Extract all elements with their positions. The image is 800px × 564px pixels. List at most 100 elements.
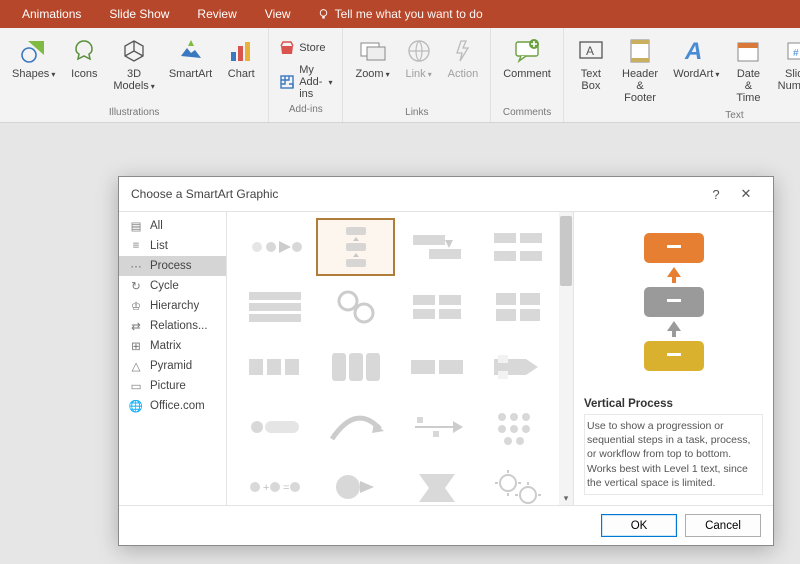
thumb-process-7[interactable] [397, 278, 476, 336]
tab-review[interactable]: Review [183, 0, 250, 28]
thumb-process-3[interactable] [397, 218, 476, 276]
my-addins-button[interactable]: My Add-ins▾ [275, 62, 336, 102]
process-icon: ⋯ [129, 259, 143, 273]
cat-relationship[interactable]: ⇄Relations... [119, 316, 226, 336]
wordart-button[interactable]: A WordArt▾ [668, 32, 724, 108]
tab-animations[interactable]: Animations [8, 0, 95, 28]
link-button[interactable]: Link▾ [398, 32, 440, 105]
comment-icon [513, 38, 541, 64]
group-label-comments: Comments [503, 105, 551, 122]
thumb-process-9[interactable] [235, 338, 314, 396]
store-button[interactable]: Store [275, 38, 336, 58]
ok-button[interactable]: OK [601, 514, 677, 537]
thumb-process-20[interactable] [478, 458, 557, 505]
textbox-button[interactable]: A TextBox [570, 32, 612, 108]
thumb-process-11[interactable] [397, 338, 476, 396]
3d-models-button[interactable]: 3DModels▾ [107, 32, 160, 105]
datetime-button[interactable]: Date &Time [726, 32, 770, 108]
cat-matrix[interactable]: ⊞Matrix [119, 336, 226, 356]
cat-list[interactable]: ≡List [119, 236, 226, 256]
zoom-button[interactable]: Zoom▾ [349, 32, 395, 105]
matrix-icon: ⊞ [129, 339, 143, 353]
action-icon [451, 39, 475, 63]
addins-icon [279, 74, 295, 90]
thumb-process-18[interactable] [316, 458, 395, 505]
cat-process[interactable]: ⋯Process [119, 256, 226, 276]
group-addins: Store My Add-ins▾ Add-ins [269, 28, 343, 122]
headerfooter-icon [628, 38, 652, 64]
cat-pyramid[interactable]: △Pyramid [119, 356, 226, 376]
scroll-down-icon[interactable]: ▾ [559, 491, 573, 505]
cat-all[interactable]: ▤All [119, 216, 226, 236]
group-illustrations: Shapes▾ Icons 3DModels▾ SmartArt Chart I… [0, 28, 269, 122]
thumb-process-16[interactable] [478, 398, 557, 456]
svg-text:A: A [684, 38, 702, 65]
group-links: Zoom▾ Link▾ Action Links [343, 28, 491, 122]
thumb-process-15[interactable] [397, 398, 476, 456]
chart-icon [228, 38, 254, 64]
icons-icon [71, 38, 97, 64]
dialog-help-button[interactable]: ? [701, 182, 731, 206]
list-icon: ≡ [129, 239, 143, 253]
globe-icon: 🌐 [129, 399, 143, 413]
store-label: Store [299, 42, 325, 54]
dialog-title: Choose a SmartArt Graphic [131, 187, 278, 201]
svg-text:A: A [586, 44, 594, 58]
thumb-process-13[interactable] [235, 398, 314, 456]
tell-me-search[interactable]: Tell me what you want to do [305, 7, 483, 21]
comment-button[interactable]: Comment [497, 32, 557, 105]
dialog-titlebar: Choose a SmartArt Graphic ? ✕ [119, 177, 773, 211]
icons-button[interactable]: Icons [63, 32, 105, 105]
smartart-dialog: Choose a SmartArt Graphic ? ✕ ▤All ≡List… [118, 176, 774, 546]
dialog-close-button[interactable]: ✕ [731, 182, 761, 206]
scroll-thumb[interactable] [560, 216, 572, 286]
thumb-process-12[interactable] [478, 338, 557, 396]
smartart-button[interactable]: SmartArt [163, 32, 218, 105]
slidenumber-icon: # [785, 39, 800, 63]
cancel-button[interactable]: Cancel [685, 514, 761, 537]
thumb-process-4[interactable] [478, 218, 557, 276]
cat-cycle[interactable]: ↻Cycle [119, 276, 226, 296]
tab-view[interactable]: View [251, 0, 305, 28]
cat-office[interactable]: 🌐Office.com [119, 396, 226, 416]
category-sidebar: ▤All ≡List ⋯Process ↻Cycle ♔Hierarchy ⇄R… [119, 212, 227, 505]
smartart-icon [177, 38, 205, 64]
group-label-links: Links [405, 105, 428, 122]
cat-picture[interactable]: ▭Picture [119, 376, 226, 396]
cube-icon [121, 38, 147, 64]
thumb-process-14[interactable] [316, 398, 395, 456]
thumb-process-5[interactable] [235, 278, 314, 336]
tab-slideshow[interactable]: Slide Show [95, 0, 183, 28]
thumb-process-6[interactable] [316, 278, 395, 336]
thumb-process-17[interactable]: += [235, 458, 314, 505]
smartart-gallery: += ▴ ▾ [227, 212, 573, 505]
thumb-process-19[interactable] [397, 458, 476, 505]
my-addins-label: My Add-ins [299, 64, 322, 100]
ribbon: Shapes▾ Icons 3DModels▾ SmartArt Chart I… [0, 28, 800, 123]
textbox-icon: A [578, 39, 604, 63]
group-label-illustrations: Illustrations [109, 105, 160, 122]
header-footer-button[interactable]: Header& Footer [614, 32, 666, 108]
action-button[interactable]: Action [442, 32, 485, 105]
group-label-addins: Add-ins [289, 102, 323, 119]
chart-button[interactable]: Chart [220, 32, 262, 105]
cycle-icon: ↻ [129, 279, 143, 293]
group-label-text: Text [725, 108, 743, 125]
hierarchy-icon: ♔ [129, 299, 143, 313]
preview-title: Vertical Process [584, 398, 763, 410]
bulb-icon [317, 8, 330, 21]
preview-description: Use to show a progression or sequential … [584, 414, 763, 495]
shapes-button[interactable]: Shapes▾ [6, 32, 61, 105]
relationship-icon: ⇄ [129, 319, 143, 333]
cat-hierarchy[interactable]: ♔Hierarchy [119, 296, 226, 316]
thumb-vertical-process[interactable] [316, 218, 395, 276]
thumb-process-8[interactable] [478, 278, 557, 336]
gallery-scrollbar[interactable]: ▴ ▾ [559, 212, 573, 505]
slidenumber-button[interactable]: # SlideNumber [773, 32, 800, 108]
store-icon [279, 40, 295, 56]
group-text: A TextBox Header& Footer A WordArt▾ Date… [564, 28, 800, 122]
preview-graphic [584, 222, 763, 392]
thumb-process-10[interactable] [316, 338, 395, 396]
svg-text:+: + [263, 482, 269, 494]
thumb-process-1[interactable] [235, 218, 314, 276]
